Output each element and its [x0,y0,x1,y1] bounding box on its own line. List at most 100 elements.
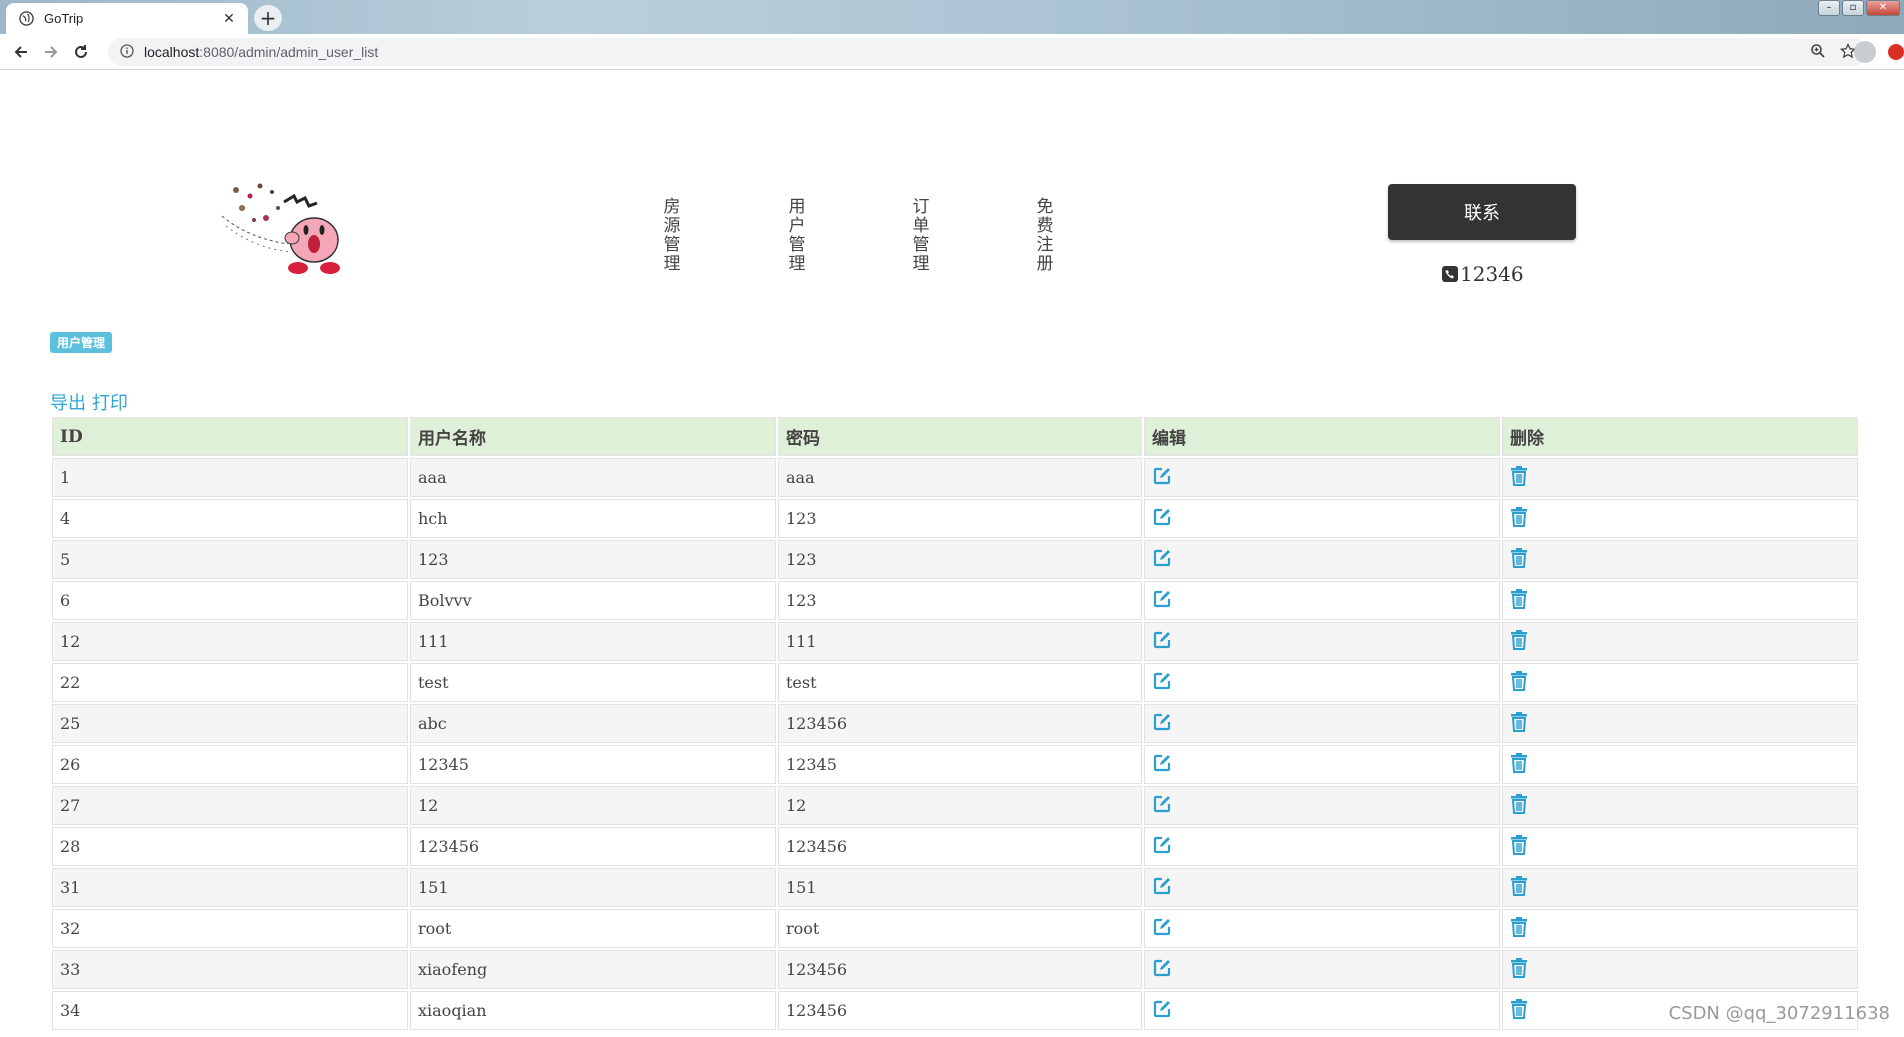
edit-icon[interactable] [1152,794,1172,814]
edit-icon[interactable] [1152,917,1172,937]
maximize-button[interactable]: ▫ [1842,0,1864,16]
cell-password: 151 [778,868,1142,907]
cell-username: 12345 [410,745,776,784]
table-body: 1 aaa aaa 4 hch 123 5 123 123 6 Bolvvv 123 12 111 111 2… [52,458,1858,1030]
new-tab-button[interactable]: + [254,5,282,31]
cell-password: 123456 [778,991,1142,1030]
cell-edit [1144,663,1500,702]
nav-user-management[interactable]: 用户管理 [787,198,807,274]
cell-id: 22 [52,663,408,702]
trash-icon[interactable] [1510,752,1530,773]
table-row: 6 Bolvvv 123 [52,581,1858,620]
column-header-password: 密码 [778,417,1142,456]
cell-password: 12345 [778,745,1142,784]
browser-tab[interactable]: GoTrip ✕ [6,3,248,34]
contact-button[interactable]: 联系 [1388,184,1576,240]
cell-id: 34 [52,991,408,1030]
nav-label: 用户管理 [788,197,806,274]
print-link[interactable]: 打印 [92,393,128,414]
edit-icon[interactable] [1152,589,1172,609]
trash-icon[interactable] [1510,834,1530,855]
table-row: 1 aaa aaa [52,458,1858,497]
cell-delete [1502,540,1858,579]
trash-icon[interactable] [1510,588,1530,609]
cell-edit [1144,991,1500,1030]
trash-icon[interactable] [1510,957,1530,978]
cell-edit [1144,909,1500,948]
nav-label: 订单管理 [912,197,930,274]
cell-delete [1502,909,1858,948]
minimize-button[interactable]: – [1818,0,1840,16]
zoom-icon[interactable] [1810,43,1826,63]
cell-password: 123456 [778,827,1142,866]
export-link[interactable]: 导出 [50,393,86,414]
address-bar[interactable]: localhost:8080/admin/admin_user_list [108,38,1868,66]
edit-icon[interactable] [1152,958,1172,978]
site-logo[interactable] [218,178,350,278]
edit-icon[interactable] [1152,835,1172,855]
cell-edit [1144,458,1500,497]
trash-icon[interactable] [1510,670,1530,691]
edit-icon[interactable] [1152,548,1172,568]
edit-icon[interactable] [1152,753,1172,773]
table-row: 22 test test [52,663,1858,702]
profile-avatar[interactable] [1854,41,1876,63]
edit-icon[interactable] [1152,671,1172,691]
cell-id: 33 [52,950,408,989]
forward-icon[interactable] [36,37,66,67]
cell-delete [1502,622,1858,661]
browser-tabstrip: GoTrip ✕ + – ▫ ✕ [0,0,1904,34]
table-row: 33 xiaofeng 123456 [52,950,1858,989]
trash-icon[interactable] [1510,629,1530,650]
cell-id: 25 [52,704,408,743]
window-close-button[interactable]: ✕ [1866,0,1900,16]
trash-icon[interactable] [1510,547,1530,568]
edit-icon[interactable] [1152,876,1172,896]
nav-label: 免费注册 [1036,197,1054,274]
edit-icon[interactable] [1152,999,1172,1019]
extension-icon[interactable] [1888,44,1904,60]
phone-icon [1442,266,1458,282]
table-row: 12 111 111 [52,622,1858,661]
cell-edit [1144,540,1500,579]
cell-delete [1502,499,1858,538]
cell-username: 123456 [410,827,776,866]
cell-edit [1144,745,1500,784]
tab-title: GoTrip [44,11,84,26]
trash-icon[interactable] [1510,998,1530,1019]
tab-close-icon[interactable]: ✕ [220,11,238,27]
column-header-id: ID [52,417,408,456]
table-actions: 导出 打印 [50,389,134,415]
trash-icon[interactable] [1510,506,1530,527]
trash-icon[interactable] [1510,793,1530,814]
nav-order-management[interactable]: 订单管理 [911,198,931,274]
reload-icon[interactable] [66,37,96,67]
cell-edit [1144,704,1500,743]
edit-icon[interactable] [1152,630,1172,650]
edit-icon[interactable] [1152,712,1172,732]
globe-icon [18,11,34,27]
window-controls: – ▫ ✕ [1818,0,1900,16]
table-row: 4 hch 123 [52,499,1858,538]
edit-icon[interactable] [1152,466,1172,486]
back-icon[interactable] [6,37,36,67]
trash-icon[interactable] [1510,465,1530,486]
edit-icon[interactable] [1152,507,1172,527]
cell-edit [1144,622,1500,661]
table-row: 25 abc 123456 [52,704,1858,743]
cell-edit [1144,581,1500,620]
trash-icon[interactable] [1510,916,1530,937]
nav-property-management[interactable]: 房源管理 [662,198,682,274]
trash-icon[interactable] [1510,711,1530,732]
cell-id: 31 [52,868,408,907]
table-row: 34 xiaoqian 123456 [52,991,1858,1030]
nav-free-register[interactable]: 免费注册 [1035,198,1055,274]
cell-id: 12 [52,622,408,661]
cell-edit [1144,950,1500,989]
url-text: localhost:8080/admin/admin_user_list [144,44,379,60]
site-info-icon[interactable] [120,43,134,62]
watermark: CSDN @qq_3072911638 [1668,1003,1890,1024]
cell-delete [1502,868,1858,907]
cell-username: 123 [410,540,776,579]
trash-icon[interactable] [1510,875,1530,896]
